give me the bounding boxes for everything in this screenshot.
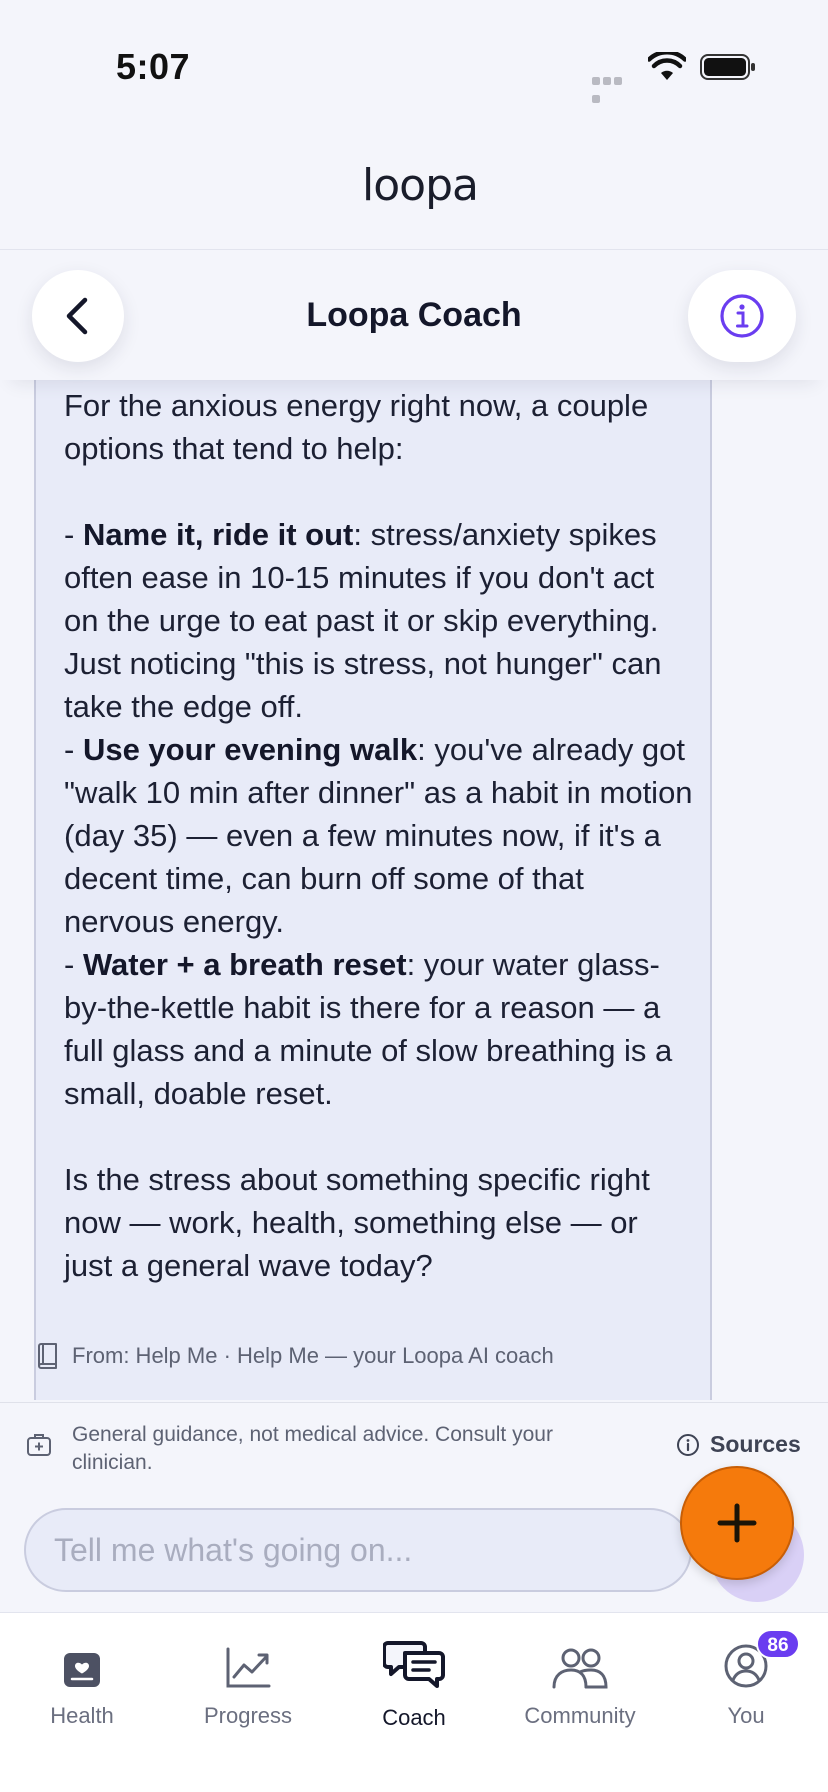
source-text: From: Help Me · Help Me — your Loopa AI … <box>72 1343 554 1368</box>
info-circle-icon <box>677 1433 699 1456</box>
tab-bar: Health Progress Coach Community 86 You <box>0 1612 828 1792</box>
wifi-icon <box>648 52 686 80</box>
community-icon <box>552 1648 608 1689</box>
message-body: For the anxious energy right now, a coup… <box>64 384 694 1287</box>
progress-icon <box>226 1647 271 1688</box>
info-icon <box>720 294 764 338</box>
tab-label: Community <box>524 1703 636 1728</box>
notification-badge: 86 <box>756 1629 800 1659</box>
tab-progress[interactable]: Progress <box>168 1635 328 1729</box>
medical-kit-icon <box>27 1434 51 1456</box>
sources-label: Sources <box>710 1431 801 1457</box>
message-bullet: - Name it, ride it out: stress/anxiety s… <box>64 517 662 724</box>
battery-icon <box>700 54 755 80</box>
sources-button[interactable]: Sources <box>676 1431 801 1458</box>
tab-coach[interactable]: Coach <box>334 1635 494 1731</box>
status-time: 5:07 <box>116 46 191 87</box>
book-icon <box>38 1343 57 1369</box>
coach-icon <box>383 1641 445 1688</box>
message-bullet: - Use your evening walk: you've already … <box>64 732 693 939</box>
loopa-logo: loopa <box>362 160 479 211</box>
disclaimer-text: General guidance, not medical advice. Co… <box>72 1423 553 1474</box>
tab-you[interactable]: 86 You <box>666 1629 826 1729</box>
health-icon <box>64 1653 100 1687</box>
cellular-signal-icon <box>592 72 634 103</box>
info-button[interactable] <box>688 270 796 362</box>
status-bar: 5:07 <box>0 0 828 120</box>
add-button[interactable] <box>680 1466 794 1580</box>
tab-health[interactable]: Health <box>2 1635 162 1729</box>
app-header: loopa <box>0 120 828 250</box>
tab-label: Progress <box>203 1703 293 1728</box>
message-bullet: - Water + a breath reset: your water gla… <box>64 947 673 1111</box>
message-source: From: Help Me · Help Me — your Loopa AI … <box>36 1343 554 1369</box>
message-composer[interactable] <box>24 1508 692 1592</box>
message-input[interactable] <box>26 1510 690 1590</box>
title-bar: Loopa Coach <box>0 250 828 380</box>
tab-label: You <box>727 1703 765 1728</box>
message-intro: For the anxious energy right now, a coup… <box>64 388 649 466</box>
message-question: Is the stress about something specific r… <box>64 1162 650 1283</box>
tab-community[interactable]: Community <box>500 1635 660 1729</box>
plus-icon <box>717 1503 757 1543</box>
chat-thread[interactable]: For the anxious energy right now, a coup… <box>0 380 828 1400</box>
tab-label: Health <box>50 1703 114 1728</box>
tab-label: Coach <box>382 1705 446 1730</box>
coach-message-bubble: For the anxious energy right now, a coup… <box>34 380 712 1400</box>
